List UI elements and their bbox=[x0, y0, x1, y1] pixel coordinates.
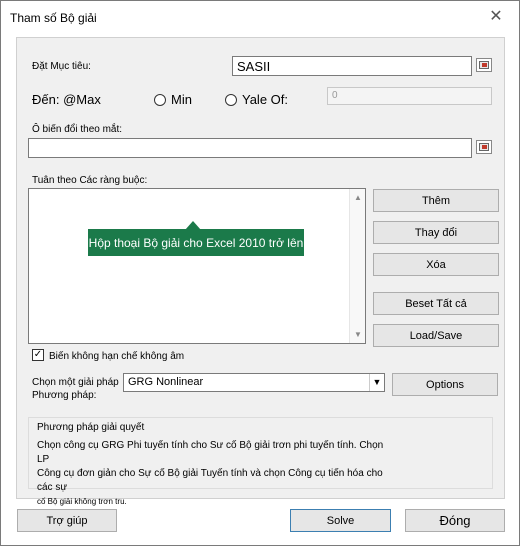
method-label-line1: Chọn một giải pháp bbox=[32, 377, 119, 388]
solving-method-line3: cố Bộ giải không trơn tru. bbox=[37, 497, 127, 506]
close-button[interactable]: Đóng bbox=[405, 509, 505, 532]
solving-method-line1: Chọn công cụ GRG Phi tuyến tính cho Sư c… bbox=[37, 440, 384, 465]
add-button[interactable]: Thêm bbox=[373, 189, 499, 212]
value-of-value: 0 bbox=[332, 90, 338, 101]
solving-method-description: Chọn công cụ GRG Phi tuyến tính cho Sư c… bbox=[37, 439, 397, 509]
changing-cells-field[interactable] bbox=[28, 138, 472, 158]
options-button[interactable]: Options bbox=[392, 373, 498, 396]
constraints-list[interactable]: ▲ ▼ bbox=[28, 188, 366, 344]
close-icon[interactable]: ✕ bbox=[485, 6, 507, 28]
tooltip: Hộp thoại Bộ giải cho Excel 2010 trở lên bbox=[88, 229, 304, 256]
solver-dialog: Tham số Bộ giải ✕ Đặt Mục tiêu: SASII Đế… bbox=[0, 0, 520, 546]
objective-value: SASII bbox=[237, 59, 271, 74]
title-bar: Tham số Bộ giải ✕ bbox=[1, 1, 519, 35]
reset-all-button[interactable]: Beset Tất cả bbox=[373, 292, 499, 315]
radio-value-of-icon bbox=[225, 93, 237, 106]
radio-value-of-label: Yale Of: bbox=[242, 92, 289, 107]
value-of-field[interactable]: 0 bbox=[327, 87, 492, 105]
constraints-scrollbar[interactable]: ▲ ▼ bbox=[349, 189, 365, 343]
scroll-down-icon[interactable]: ▼ bbox=[354, 330, 362, 339]
radio-min-icon bbox=[154, 93, 166, 106]
load-save-button[interactable]: Load/Save bbox=[373, 324, 499, 347]
help-button[interactable]: Trợ giúp bbox=[17, 509, 117, 532]
solve-button[interactable]: Solve bbox=[290, 509, 391, 532]
delete-button[interactable]: Xóa bbox=[373, 253, 499, 276]
constraints-label: Tuân theo Các ràng buộc: bbox=[32, 175, 148, 186]
nonneg-checkbox[interactable]: ✓ bbox=[32, 349, 44, 361]
objective-label: Đặt Mục tiêu: bbox=[32, 61, 91, 72]
solving-method-line2: Công cụ đơn giản cho Sự cố Bộ giải Tuyến… bbox=[37, 468, 383, 493]
objective-range-picker-icon[interactable] bbox=[476, 58, 492, 72]
objective-field[interactable]: SASII bbox=[232, 56, 472, 76]
radio-min[interactable]: Min bbox=[154, 92, 192, 107]
nonneg-label: Biến không hạn chế không âm bbox=[49, 351, 185, 362]
method-label-line2: Phương pháp: bbox=[32, 390, 97, 401]
to-max-label: Đến: @Max bbox=[32, 92, 101, 107]
method-select[interactable]: GRG Nonlinear ▼ bbox=[123, 373, 385, 392]
changing-cells-label: Ô biến đổi theo mắt: bbox=[32, 124, 123, 135]
change-button[interactable]: Thay đổi bbox=[373, 221, 499, 244]
dialog-title: Tham số Bộ giải bbox=[10, 11, 97, 25]
method-selected-value: GRG Nonlinear bbox=[128, 376, 204, 388]
solving-method-title: Phương pháp giải quyết bbox=[37, 422, 145, 433]
radio-min-label: Min bbox=[171, 92, 192, 107]
chevron-down-icon[interactable]: ▼ bbox=[369, 374, 384, 391]
changing-cells-range-picker-icon[interactable] bbox=[476, 140, 492, 154]
scroll-up-icon[interactable]: ▲ bbox=[354, 193, 362, 202]
radio-value-of[interactable]: Yale Of: bbox=[225, 92, 288, 107]
